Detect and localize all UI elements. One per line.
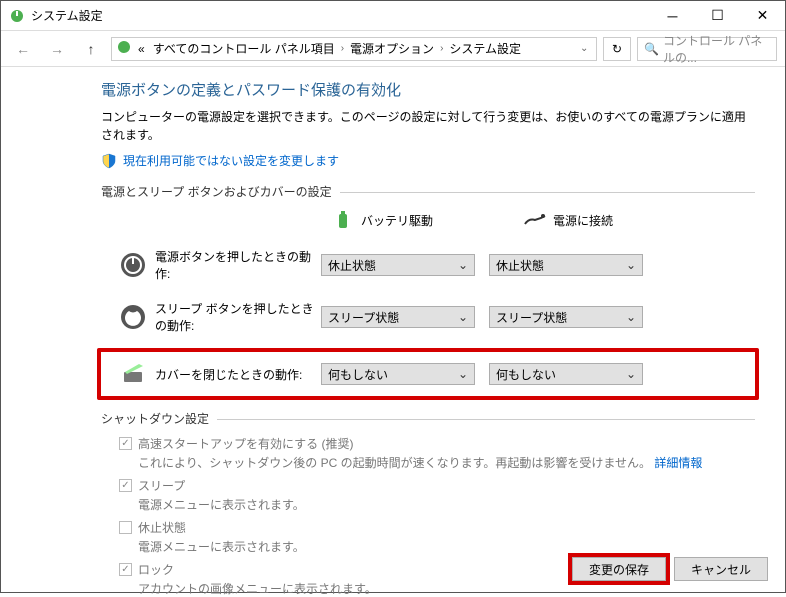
- chevron-right-icon: ›: [440, 43, 443, 54]
- admin-settings-link[interactable]: 現在利用可能ではない設定を変更します: [123, 152, 339, 169]
- lock-desc: アカウントの画像メニューに表示されます。: [138, 580, 755, 597]
- cancel-button[interactable]: キャンセル: [674, 557, 768, 581]
- up-button[interactable]: ↑: [77, 35, 105, 63]
- content: 電源ボタンの定義とパスワード保護の有効化 コンピューターの電源設定を選択できます…: [1, 67, 785, 597]
- breadcrumb-item-1[interactable]: 電源オプション: [348, 40, 436, 57]
- power-button-plugged-dropdown[interactable]: 休止状態: [489, 254, 643, 276]
- back-button[interactable]: ←: [9, 35, 37, 63]
- breadcrumb-prefix[interactable]: «: [136, 42, 147, 56]
- sleep-button-label: スリープ ボタンを押したときの動作:: [155, 300, 321, 334]
- breadcrumb-item-0[interactable]: すべてのコントロール パネル項目: [151, 40, 337, 57]
- hibernate-checkbox[interactable]: [119, 521, 132, 534]
- fast-startup-checkbox[interactable]: [119, 437, 132, 450]
- laptop-icon: [119, 360, 147, 388]
- search-input[interactable]: 🔍 コントロール パネルの...: [637, 37, 777, 61]
- page-description: コンピューターの電源設定を選択できます。このページの設定に対して行う変更は、お使…: [101, 108, 755, 144]
- section-buttons-cover: 電源とスリープ ボタンおよびカバーの設定: [101, 183, 755, 200]
- lock-checkbox[interactable]: [119, 563, 132, 576]
- breadcrumb-icon: [116, 39, 132, 58]
- search-icon: 🔍: [644, 42, 659, 56]
- power-icon: [119, 251, 147, 279]
- section-shutdown: シャットダウン設定: [101, 410, 755, 427]
- opt-hibernate: 休止状態: [119, 519, 755, 536]
- lid-close-label: カバーを閉じたときの動作:: [155, 366, 321, 383]
- titlebar: システム設定 ─ ☐ ✕: [1, 1, 785, 31]
- window-title: システム設定: [31, 7, 650, 24]
- search-placeholder: コントロール パネルの...: [663, 32, 770, 66]
- page-title: 電源ボタンの定義とパスワード保護の有効化: [101, 79, 755, 100]
- chevron-right-icon: ›: [341, 43, 344, 54]
- close-button[interactable]: ✕: [740, 1, 785, 31]
- power-button-label: 電源ボタンを押したときの動作:: [155, 248, 321, 282]
- row-lid-close: カバーを閉じたときの動作: 何もしない 何もしない: [97, 348, 759, 400]
- fast-startup-info-link[interactable]: 詳細情報: [654, 456, 702, 470]
- sleep-button-battery-dropdown[interactable]: スリープ状態: [321, 306, 475, 328]
- breadcrumb-item-2[interactable]: システム設定: [447, 40, 523, 57]
- refresh-button[interactable]: ↻: [603, 37, 631, 61]
- sleep-desc: 電源メニューに表示されます。: [138, 496, 755, 513]
- row-sleep-button: スリープ ボタンを押したときの動作: スリープ状態 スリープ状態: [101, 296, 755, 338]
- opt-sleep: スリープ: [119, 477, 755, 494]
- sleep-checkbox[interactable]: [119, 479, 132, 492]
- forward-button[interactable]: →: [43, 35, 71, 63]
- hibernate-desc: 電源メニューに表示されます。: [138, 538, 755, 555]
- breadcrumb[interactable]: « すべてのコントロール パネル項目 › 電源オプション › システム設定 ⌄: [111, 37, 597, 61]
- moon-icon: [119, 303, 147, 331]
- fast-startup-desc: これにより、シャットダウン後の PC の起動時間が速くなります。再起動は影響を受…: [138, 454, 755, 471]
- button-bar: 変更の保存 キャンセル: [572, 557, 768, 581]
- app-icon: [9, 8, 25, 24]
- sleep-button-plugged-dropdown[interactable]: スリープ状態: [489, 306, 643, 328]
- plug-icon: [523, 208, 547, 232]
- navbar: ← → ↑ « すべてのコントロール パネル項目 › 電源オプション › システ…: [1, 31, 785, 67]
- save-button[interactable]: 変更の保存: [572, 557, 666, 581]
- power-button-battery-dropdown[interactable]: 休止状態: [321, 254, 475, 276]
- minimize-button[interactable]: ─: [650, 1, 695, 31]
- maximize-button[interactable]: ☐: [695, 1, 740, 31]
- opt-fast-startup: 高速スタートアップを有効にする (推奨): [119, 435, 755, 452]
- shield-icon: [101, 153, 117, 169]
- column-battery: バッテリ駆動: [331, 208, 433, 232]
- lid-close-plugged-dropdown[interactable]: 何もしない: [489, 363, 643, 385]
- column-plugged: 電源に接続: [523, 208, 613, 232]
- battery-icon: [331, 208, 355, 232]
- lid-close-battery-dropdown[interactable]: 何もしない: [321, 363, 475, 385]
- chevron-down-icon[interactable]: ⌄: [580, 43, 592, 54]
- row-power-button: 電源ボタンを押したときの動作: 休止状態 休止状態: [101, 244, 755, 286]
